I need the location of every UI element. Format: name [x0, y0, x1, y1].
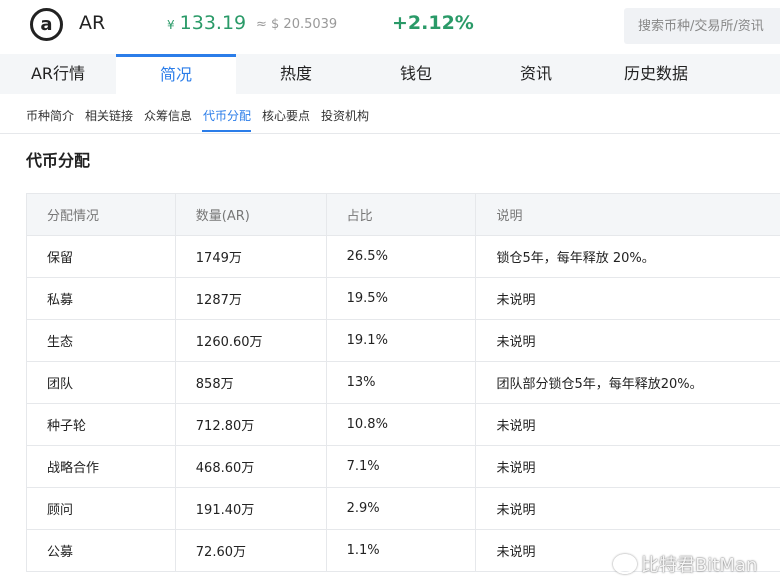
- column-header: 数量(AR): [174, 193, 327, 236]
- table-cell: 团队部分锁仓5年，每年释放20%。: [475, 361, 780, 404]
- table-cell: 191.40万: [174, 487, 327, 530]
- search-input[interactable]: [624, 8, 780, 44]
- subnav-intro[interactable]: 币种简介: [26, 107, 74, 124]
- table-cell: 战略合作: [26, 445, 176, 488]
- table-cell: 1287万: [174, 277, 327, 320]
- sub-nav: 币种简介 相关链接 众筹信息 代币分配 核心要点 投资机构: [0, 94, 780, 134]
- subnav-investors[interactable]: 投资机构: [321, 107, 369, 124]
- watermark-text: 比特君BitMan: [641, 555, 758, 576]
- tab-wallet[interactable]: 钱包: [356, 54, 476, 94]
- tab-heat[interactable]: 热度: [236, 54, 356, 94]
- usd-price: ≈ $ 20.5039: [256, 17, 338, 32]
- table-cell: 未说明: [475, 445, 780, 488]
- table-header-row: 分配情况 数量(AR) 占比 说明: [26, 193, 780, 236]
- table-cell: 19.5%: [325, 277, 477, 320]
- table-cell: 公募: [26, 529, 176, 572]
- table-cell: 1749万: [174, 235, 327, 278]
- price-change: +2.12%: [392, 12, 474, 34]
- tab-news[interactable]: 资讯: [476, 54, 596, 94]
- header: a AR ¥133.19 ≈ $ 20.5039 +2.12%: [0, 0, 780, 54]
- table-row: 团队 858万 13% 团队部分锁仓5年，每年释放20%。: [26, 361, 780, 404]
- subnav-active-indicator: [202, 130, 251, 132]
- coin-logo: a: [30, 8, 63, 41]
- table-cell: 未说明: [475, 403, 780, 446]
- column-header: 占比: [325, 193, 477, 236]
- watermark: 比特君BitMan: [613, 551, 757, 577]
- section-title: 代币分配: [26, 151, 91, 170]
- table-cell: 未说明: [475, 277, 780, 320]
- table-row: 私募 1287万 19.5% 未说明: [26, 277, 780, 320]
- table-cell: 7.1%: [325, 445, 477, 488]
- table-row: 生态 1260.60万 19.1% 未说明: [26, 319, 780, 362]
- table-cell: 19.1%: [325, 319, 477, 362]
- table-cell: 2.9%: [325, 487, 477, 530]
- table-cell: 1260.60万: [174, 319, 327, 362]
- weibo-icon: [613, 554, 637, 574]
- column-header: 分配情况: [26, 193, 176, 236]
- column-header: 说明: [475, 193, 780, 236]
- table-cell: 私募: [26, 277, 176, 320]
- main-tabs: AR行情 简况 热度 钱包 资讯 历史数据: [0, 54, 780, 94]
- table-cell: 10.8%: [325, 403, 477, 446]
- table-cell: 锁仓5年，每年释放 20%。: [475, 235, 780, 278]
- table-cell: 468.60万: [174, 445, 327, 488]
- table-cell: 未说明: [475, 319, 780, 362]
- table-cell: 生态: [26, 319, 176, 362]
- subnav-links[interactable]: 相关链接: [85, 107, 133, 124]
- cny-price: ¥133.19: [167, 12, 246, 34]
- distribution-table: 分配情况 数量(AR) 占比 说明 保留 1749万 26.5% 锁仓5年，每年释放 …: [26, 193, 780, 572]
- coin-name: AR: [79, 12, 106, 34]
- subnav-crowdfunding[interactable]: 众筹信息: [144, 107, 192, 124]
- table-cell: 保留: [26, 235, 176, 278]
- cny-symbol: ¥: [167, 18, 175, 32]
- table-row: 保留 1749万 26.5% 锁仓5年，每年释放 20%。: [26, 235, 780, 278]
- table-cell: 712.80万: [174, 403, 327, 446]
- table-row: 种子轮 712.80万 10.8% 未说明: [26, 403, 780, 446]
- table-cell: 13%: [325, 361, 477, 404]
- subnav-distribution[interactable]: 代币分配: [203, 107, 251, 124]
- table-row: 顾问 191.40万 2.9% 未说明: [26, 487, 780, 530]
- table-cell: 858万: [174, 361, 327, 404]
- table-cell: 1.1%: [325, 529, 477, 572]
- table-cell: 顾问: [26, 487, 176, 530]
- table-row: 战略合作 468.60万 7.1% 未说明: [26, 445, 780, 488]
- tab-overview[interactable]: 简况: [116, 54, 236, 94]
- table-cell: 72.60万: [174, 529, 327, 572]
- tab-market[interactable]: AR行情: [0, 54, 116, 94]
- table-cell: 种子轮: [26, 403, 176, 446]
- table-cell: 团队: [26, 361, 176, 404]
- subnav-keypoints[interactable]: 核心要点: [262, 107, 310, 124]
- table-cell: 26.5%: [325, 235, 477, 278]
- table-cell: 未说明: [475, 487, 780, 530]
- tab-history[interactable]: 历史数据: [596, 54, 716, 94]
- cny-price-value: 133.19: [179, 12, 247, 34]
